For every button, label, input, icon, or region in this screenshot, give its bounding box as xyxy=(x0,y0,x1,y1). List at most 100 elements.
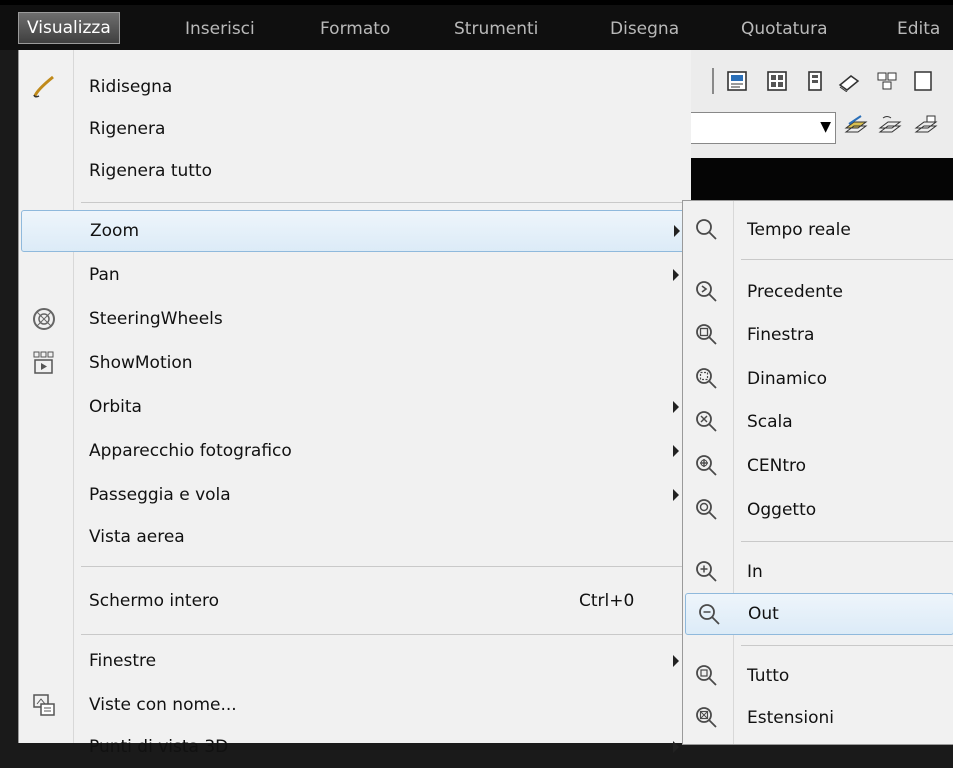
menu-edita[interactable]: Edita xyxy=(897,14,940,44)
toolbar-separator xyxy=(712,68,714,94)
design-center-icon[interactable] xyxy=(764,70,790,94)
menu-item-label: Apparecchio fotografico xyxy=(89,441,292,461)
submenu-item-tempo-reale[interactable]: Tempo reale xyxy=(683,209,953,251)
submenu-arrow-icon xyxy=(674,225,680,237)
markup-icon[interactable] xyxy=(874,70,900,94)
zoom-realtime-icon xyxy=(693,217,721,243)
menu-item-schermo-intero[interactable]: Schermo intero Ctrl+0 xyxy=(19,580,691,622)
drawing-area[interactable] xyxy=(690,158,953,200)
layer-state-icon[interactable] xyxy=(912,114,940,140)
submenu-item-label: Dinamico xyxy=(747,369,828,389)
menu-bar: Visualizza Inserisci Formato Strumenti D… xyxy=(0,0,953,50)
menu-disegna[interactable]: Disegna xyxy=(610,14,679,44)
menu-item-label: Rigenera xyxy=(89,119,166,139)
layer-combo[interactable]: ▼ xyxy=(690,112,836,144)
menu-separator xyxy=(81,634,689,635)
menu-item-label: Passeggia e vola xyxy=(89,485,231,505)
zoom-previous-icon xyxy=(693,279,721,305)
menu-inserisci[interactable]: Inserisci xyxy=(185,14,255,44)
menu-item-pan[interactable]: Pan xyxy=(19,254,691,296)
zoom-scale-icon xyxy=(693,409,721,435)
submenu-item-scala[interactable]: Scala xyxy=(683,401,953,443)
menu-item-label: Pan xyxy=(89,265,120,285)
submenu-item-label: Finestra xyxy=(747,325,815,345)
submenu-item-oggetto[interactable]: Oggetto xyxy=(683,489,953,531)
menu-item-ridisegna[interactable]: Ridisegna xyxy=(19,66,691,108)
submenu-arrow-icon xyxy=(673,401,679,413)
menu-separator xyxy=(81,566,689,567)
submenu-item-tutto[interactable]: Tutto xyxy=(683,655,953,697)
menu-item-vista-aerea[interactable]: Vista aerea xyxy=(19,516,691,558)
menu-formato[interactable]: Formato xyxy=(320,14,390,44)
submenu-item-finestra[interactable]: Finestra xyxy=(683,314,953,356)
menu-item-label: Orbita xyxy=(89,397,142,417)
submenu-item-out[interactable]: Out xyxy=(685,593,953,635)
submenu-item-label: Tutto xyxy=(747,666,790,686)
pencil-icon xyxy=(31,74,57,100)
submenu-item-label: Scala xyxy=(747,412,793,432)
submenu-item-label: Oggetto xyxy=(747,500,817,520)
menu-item-orbita[interactable]: Orbita xyxy=(19,386,691,428)
menu-item-label: SteeringWheels xyxy=(89,309,223,329)
zoom-submenu: Tempo reale Precedente Finestra Dinamico… xyxy=(682,200,953,745)
submenu-separator xyxy=(741,541,953,542)
zoom-out-icon xyxy=(696,602,724,628)
submenu-arrow-icon xyxy=(673,269,679,281)
menu-strumenti[interactable]: Strumenti xyxy=(454,14,538,44)
combo-dropdown-icon[interactable]: ▼ xyxy=(820,119,831,135)
menu-item-zoom[interactable]: Zoom xyxy=(21,210,689,252)
steering-wheel-icon xyxy=(31,306,57,332)
menu-item-finestre[interactable]: Finestre xyxy=(19,640,691,682)
submenu-separator xyxy=(741,645,953,646)
zoom-dynamic-icon xyxy=(693,366,721,392)
menu-item-shortcut: Ctrl+0 xyxy=(579,591,635,611)
menu-item-label: Zoom xyxy=(90,221,140,241)
menu-item-showmotion[interactable]: ShowMotion xyxy=(19,342,691,384)
layer-previous-icon[interactable] xyxy=(876,114,904,140)
menu-item-passeggia-e-vola[interactable]: Passeggia e vola xyxy=(19,474,691,516)
submenu-arrow-icon xyxy=(673,655,679,667)
menu-item-label: Finestre xyxy=(89,651,157,671)
menu-visualizza[interactable]: Visualizza xyxy=(18,12,120,44)
sheet-set-icon[interactable] xyxy=(836,70,862,94)
submenu-item-label: Precedente xyxy=(747,282,843,302)
menu-item-apparecchio-fotografico[interactable]: Apparecchio fotografico xyxy=(19,430,691,472)
menu-item-label: Rigenera tutto xyxy=(89,161,213,181)
zoom-all-icon xyxy=(693,663,721,689)
submenu-item-label: CENtro xyxy=(747,456,807,476)
submenu-separator xyxy=(741,259,953,260)
submenu-item-precedente[interactable]: Precedente xyxy=(683,271,953,313)
menu-separator xyxy=(81,202,689,203)
menu-item-label: Vista aerea xyxy=(89,527,185,547)
submenu-item-label: In xyxy=(747,562,763,582)
properties-icon[interactable] xyxy=(724,70,750,94)
submenu-item-in[interactable]: In xyxy=(683,551,953,593)
menu-item-viste-con-nome[interactable]: Viste con nome... xyxy=(19,684,691,726)
calculator-icon[interactable] xyxy=(910,70,936,94)
toolbar-row xyxy=(690,62,953,98)
submenu-item-estensioni[interactable]: Estensioni xyxy=(683,697,953,739)
menu-item-rigenera[interactable]: Rigenera xyxy=(19,108,691,150)
submenu-item-label: Estensioni xyxy=(747,708,834,728)
toolbar: ▼ xyxy=(690,50,953,159)
menu-item-rigenera-tutto[interactable]: Rigenera tutto xyxy=(19,150,691,192)
menu-item-label: Ridisegna xyxy=(89,77,173,97)
window-top-edge xyxy=(0,0,953,5)
visualizza-menu: Ridisegna Rigenera Rigenera tutto Zoom P… xyxy=(18,50,691,757)
zoom-extents-icon xyxy=(693,705,721,731)
submenu-item-label: Tempo reale xyxy=(747,220,851,240)
layer-properties-icon[interactable] xyxy=(842,114,870,140)
zoom-object-icon xyxy=(693,497,721,523)
menu-item-punti-di-vista-3d[interactable]: Punti di vista 3D xyxy=(19,726,691,768)
submenu-arrow-icon xyxy=(673,489,679,501)
menu-quotatura[interactable]: Quotatura xyxy=(741,14,828,44)
submenu-arrow-icon xyxy=(673,445,679,457)
submenu-item-centro[interactable]: CENtro xyxy=(683,445,953,487)
zoom-center-icon xyxy=(693,453,721,479)
zoom-in-icon xyxy=(693,559,721,585)
tool-palettes-icon[interactable] xyxy=(802,70,828,94)
menu-item-label: Viste con nome... xyxy=(89,695,237,715)
submenu-item-dinamico[interactable]: Dinamico xyxy=(683,358,953,400)
showmotion-icon xyxy=(31,350,57,376)
menu-item-steeringwheels[interactable]: SteeringWheels xyxy=(19,298,691,340)
